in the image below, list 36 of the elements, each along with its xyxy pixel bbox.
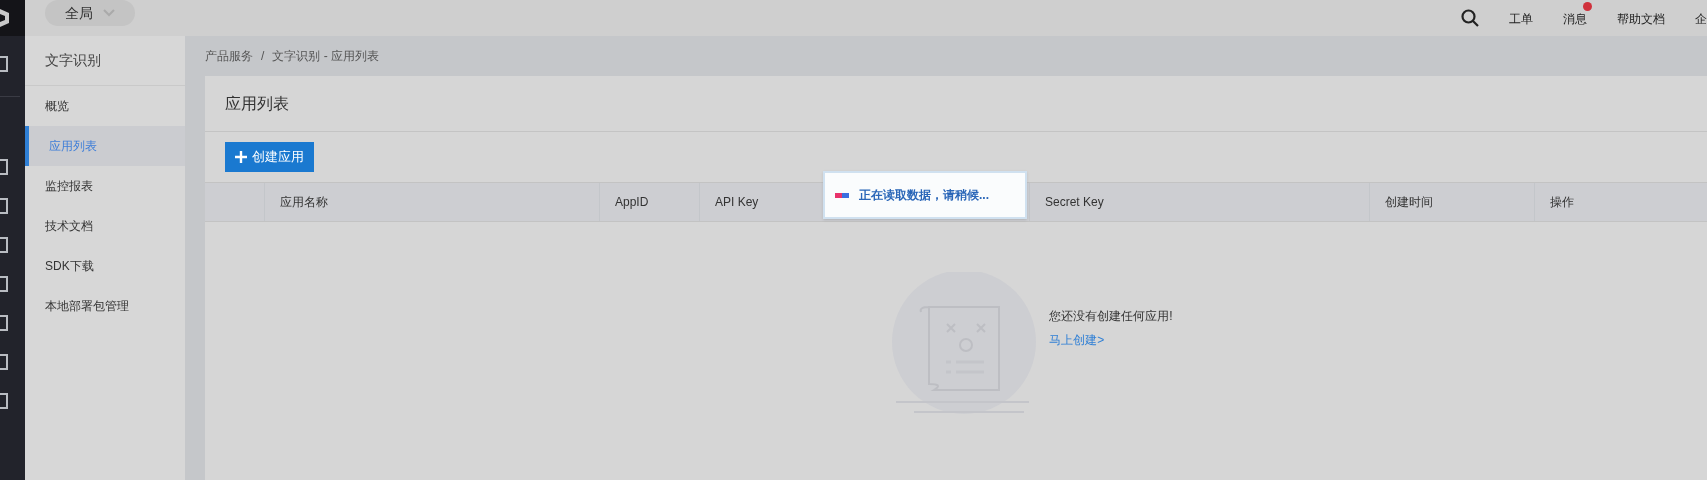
loading-bar-icon	[835, 192, 849, 198]
logo-icon	[0, 7, 10, 29]
sidebar-item[interactable]: 本地部署包管理	[25, 286, 185, 326]
breadcrumb-separator: /	[261, 48, 265, 65]
search-icon[interactable]	[1461, 9, 1479, 27]
sidebar-item[interactable]: 监控报表	[25, 166, 185, 206]
empty-message: 您还没有创建任何应用!	[1049, 308, 1173, 325]
top-nav-link[interactable]: 工单	[1509, 12, 1533, 26]
top-nav-link[interactable]: 帮助文档	[1617, 12, 1665, 26]
create-app-button[interactable]: 创建应用	[225, 142, 314, 172]
top-nav-link[interactable]: 企	[1695, 12, 1707, 26]
sidebar-nav-icon[interactable]	[0, 315, 8, 331]
sidebar-nav-icon[interactable]	[0, 237, 8, 253]
sidebar-nav-icon[interactable]	[0, 276, 8, 292]
plus-icon	[235, 151, 247, 163]
column-header: 操作	[1550, 194, 1574, 211]
page-title: 应用列表	[205, 76, 1707, 132]
top-nav-link[interactable]: 消息	[1563, 12, 1587, 26]
sidebar-nav-icon[interactable]	[0, 159, 8, 175]
breadcrumb-current: 文字识别 - 应用列表	[272, 48, 379, 65]
loading-message: 正在读取数据，请稍候...	[859, 187, 989, 204]
column-header: 创建时间	[1385, 194, 1433, 211]
chevron-down-icon	[103, 9, 115, 17]
sidebar-nav-icon[interactable]	[0, 354, 8, 370]
sidebar-nav-icon[interactable]	[0, 56, 8, 72]
sidebar-nav-icon[interactable]	[0, 393, 8, 409]
column-header: AppID	[615, 194, 649, 211]
sidebar-item[interactable]: 概览	[25, 86, 185, 126]
sidebar-item[interactable]: SDK下载	[25, 246, 185, 286]
sidebar-item[interactable]: 技术文档	[25, 206, 185, 246]
column-header: 应用名称	[280, 194, 328, 211]
scope-dropdown[interactable]: 全局	[45, 0, 135, 26]
column-header: Secret Key	[1045, 194, 1104, 211]
column-header: API Key	[715, 194, 759, 211]
sidebar-nav-icon[interactable]	[0, 198, 8, 214]
breadcrumb-link[interactable]: 产品服务	[205, 47, 253, 65]
